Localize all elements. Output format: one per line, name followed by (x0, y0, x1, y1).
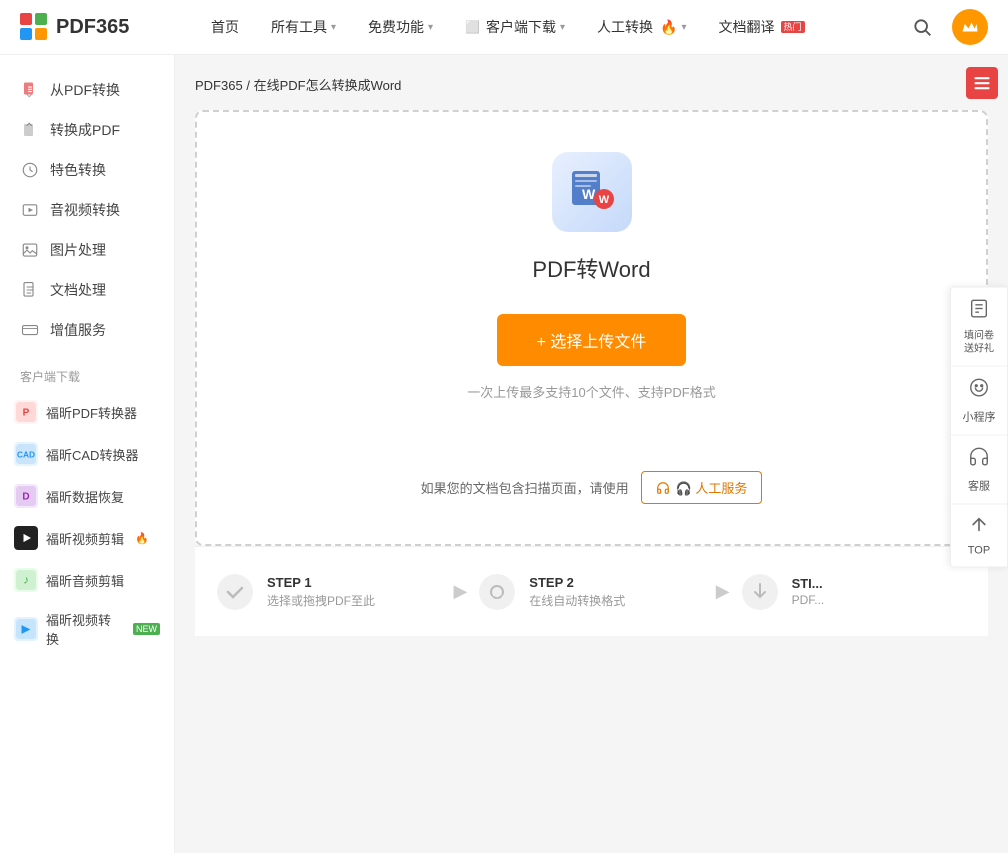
word-icon: W W (568, 163, 616, 221)
menu-icon (972, 73, 992, 93)
nav-free-features[interactable]: 免费功能 ▾ (352, 0, 449, 55)
search-button[interactable] (904, 9, 940, 45)
tool-icon-wrapper: W W (552, 152, 632, 232)
image-icon (20, 240, 40, 260)
fire-icon: 🔥 (660, 19, 677, 36)
chevron-down-icon: ▾ (560, 22, 565, 33)
nav-right-actions (904, 9, 988, 45)
sidebar-item-special[interactable]: 特色转换 (0, 150, 174, 190)
hot-badge: 热门 (781, 21, 805, 34)
crown-button[interactable] (952, 9, 988, 45)
logo-icon (20, 13, 48, 41)
right-float-sidebar: 填问卷送好礼 小程序 客服 TOP (950, 286, 1008, 567)
svg-text:W: W (582, 186, 596, 202)
chevron-down-icon: ▾ (331, 22, 336, 33)
chevron-down-icon: ▾ (428, 22, 433, 33)
sidebar-dl-video-convert[interactable]: ▶ 福昕视频转换 NEW (0, 601, 174, 657)
survey-icon (968, 297, 990, 325)
breadcrumb: PDF365 / 在线PDF怎么转换成Word (195, 75, 988, 94)
nav-home[interactable]: 首页 (195, 0, 255, 55)
step-2-icon (477, 572, 517, 612)
sidebar-download-section: 客户端下载 (0, 350, 174, 391)
new-badge: NEW (133, 623, 160, 636)
svg-text:▶: ▶ (22, 622, 32, 635)
pdf-to-word-icon: W W (568, 163, 616, 211)
search-icon (912, 17, 932, 37)
step-1: STEP 1 选择或拖拽PDF至此 (215, 572, 443, 612)
step-2: STEP 2 在线自动转换格式 (477, 572, 705, 612)
download-icon: ⬜ (465, 20, 480, 34)
steps-area: STEP 1 选择或拖拽PDF至此 ▶ STEP 2 在线自动转换格式 (195, 546, 988, 636)
video-edit-icon (14, 526, 38, 550)
svg-text:W: W (598, 194, 609, 206)
top-navigation: PDF365 首页 所有工具 ▾ 免费功能 ▾ ⬜ 客户端下载 ▾ 人工转换 🔥… (0, 0, 1008, 55)
media-icon (20, 200, 40, 220)
audio-edit-icon: ♪ (14, 568, 38, 592)
doc-icon (20, 280, 40, 300)
sidebar-item-doc[interactable]: 文档处理 (0, 270, 174, 310)
upload-button[interactable]: + 选择上传文件 (497, 314, 687, 366)
miniprogram-icon (968, 376, 990, 404)
step-arrow-1: ▶ (453, 581, 467, 602)
sidebar-dl-video-edit[interactable]: 福昕视频剪辑 🔥 (0, 517, 174, 559)
sidebar-item-from-pdf[interactable]: 从PDF转换 (0, 70, 174, 110)
chevron-down-icon: ▾ (681, 22, 686, 33)
sidebar-dl-pdf-converter[interactable]: P 福昕PDF转换器 (0, 391, 174, 433)
main-layout: 从PDF转换 转换成PDF 特色转换 (0, 55, 1008, 853)
sidebar-item-to-pdf[interactable]: 转换成PDF (0, 110, 174, 150)
step-3-icon (740, 572, 780, 612)
crown-icon (961, 18, 979, 36)
sidebar-dl-data-recovery[interactable]: D 福昕数据恢复 (0, 475, 174, 517)
step-1-icon (215, 572, 255, 612)
nav-all-tools[interactable]: 所有工具 ▾ (255, 0, 352, 55)
video-convert-icon: ▶ (14, 617, 38, 641)
manual-service-button[interactable]: 🎧 人工服务 (641, 471, 763, 504)
pdf-converter-icon: P (14, 400, 38, 424)
nav-client-download[interactable]: ⬜ 客户端下载 ▾ (449, 0, 581, 55)
step-3: STI... PDF... (740, 572, 968, 612)
float-survey[interactable]: 填问卷送好礼 (951, 287, 1007, 366)
float-customer-service[interactable]: 客服 (951, 435, 1007, 504)
float-back-to-top[interactable]: TOP (951, 504, 1007, 566)
sidebar-item-image[interactable]: 图片处理 (0, 230, 174, 270)
upload-area: W W PDF转Word + 选择上传文件 一次上传最多支持10个文件、支持PD… (195, 110, 988, 546)
svg-text:D: D (22, 491, 29, 502)
page-corner-icon[interactable] (966, 67, 998, 99)
sidebar: 从PDF转换 转换成PDF 特色转换 (0, 55, 175, 853)
tool-title: PDF转Word (532, 252, 650, 284)
sidebar-dl-cad-converter[interactable]: CAD 福昕CAD转换器 (0, 433, 174, 475)
sidebar-item-value[interactable]: 增值服务 (0, 310, 174, 350)
upload-hint: 一次上传最多支持10个文件、支持PDF格式 (467, 382, 715, 401)
step-arrow-2: ▶ (716, 581, 730, 602)
value-icon (20, 320, 40, 340)
special-icon (20, 160, 40, 180)
top-arrow-icon (969, 514, 989, 540)
manual-service-bar: 如果您的文档包含扫描页面，请使用 🎧 人工服务 (421, 471, 763, 504)
cad-converter-icon: CAD (14, 442, 38, 466)
data-recovery-icon: D (14, 484, 38, 508)
sidebar-item-media[interactable]: 音视频转换 (0, 190, 174, 230)
main-content: PDF365 / 在线PDF怎么转换成Word (175, 55, 1008, 853)
from-pdf-icon (20, 80, 40, 100)
customer-service-icon (968, 445, 990, 473)
nav-manual-convert[interactable]: 人工转换 🔥 ▾ (581, 0, 702, 55)
svg-text:♪: ♪ (23, 573, 29, 586)
float-miniprogram[interactable]: 小程序 (951, 366, 1007, 435)
svg-text:P: P (23, 407, 30, 418)
fire-icon: 🔥 (135, 532, 149, 545)
logo-text: PDF365 (56, 16, 129, 39)
sidebar-dl-audio-edit[interactable]: ♪ 福昕音频剪辑 (0, 559, 174, 601)
logo[interactable]: PDF365 (20, 13, 195, 41)
svg-text:CAD: CAD (17, 449, 35, 459)
to-pdf-icon (20, 120, 40, 140)
nav-doc-translate[interactable]: 文档翻译 热门 (703, 0, 821, 55)
headset-icon (656, 481, 670, 495)
nav-menu: 首页 所有工具 ▾ 免费功能 ▾ ⬜ 客户端下载 ▾ 人工转换 🔥 ▾ 文档翻译… (195, 0, 904, 55)
